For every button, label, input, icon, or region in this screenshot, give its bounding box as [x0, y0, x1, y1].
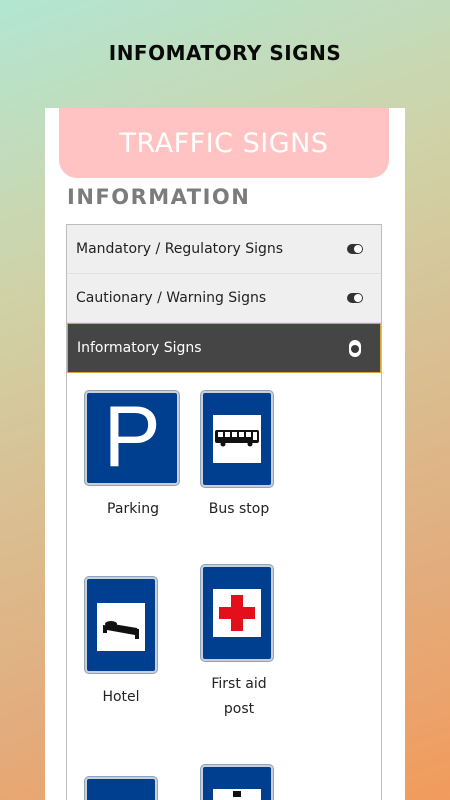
sign-card-parking[interactable]: P Parking [85, 389, 181, 531]
signs-accordion: Mandatory / Regulatory Signs Cautionary … [66, 224, 382, 800]
traffic-signs-banner: TRAFFIC SIGNS [59, 108, 389, 178]
page-title: INFOMATORY SIGNS [108, 40, 342, 65]
accordion-item-mandatory[interactable]: Mandatory / Regulatory Signs [67, 225, 381, 274]
sign-label-bus-stop: Bus stop [208, 501, 270, 517]
sign-card-partial-right[interactable] [201, 765, 277, 800]
accordion-item-label: Cautionary / Warning Signs [76, 290, 267, 306]
sign-card-bus-stop[interactable]: Bus stop [201, 391, 277, 531]
parking-letter: P [103, 389, 161, 485]
sign-label-hotel: Hotel [102, 689, 140, 705]
accordion-item-cautionary[interactable]: Cautionary / Warning Signs [67, 274, 381, 323]
sign-label-first-aid-line2: post [223, 701, 255, 717]
accordion-item-label: Informatory Signs [77, 340, 202, 356]
bed-icon [103, 621, 139, 639]
sign-label-parking: Parking [107, 501, 159, 517]
sign-label-first-aid: First aid [211, 676, 267, 692]
parking-sign-icon: P [85, 389, 179, 485]
toggle-icon[interactable] [347, 244, 363, 254]
sign-card-partial-left[interactable] [85, 777, 161, 800]
sign-card-first-aid[interactable]: First aid post [201, 565, 277, 725]
accordion-item-informatory[interactable]: Informatory Signs [67, 323, 381, 373]
sign-card-hotel[interactable]: Hotel [85, 577, 181, 717]
sign-icon [201, 765, 273, 800]
accordion-item-label: Mandatory / Regulatory Signs [76, 241, 284, 257]
hotel-sign-icon [85, 577, 157, 673]
sign-icon [85, 777, 157, 800]
red-cross-icon [219, 595, 255, 631]
app-header: INFOMATORY SIGNS [0, 0, 450, 105]
toggle-icon[interactable] [349, 340, 361, 357]
bus-stop-sign-icon [201, 391, 273, 487]
section-title: INFORMATION [67, 185, 251, 209]
toggle-icon[interactable] [347, 293, 363, 303]
first-aid-sign-icon [201, 565, 273, 661]
content-card: TRAFFIC SIGNS INFORMATION Mandatory / Re… [45, 108, 405, 800]
banner-title: TRAFFIC SIGNS [119, 127, 329, 159]
bus-icon [215, 430, 259, 447]
